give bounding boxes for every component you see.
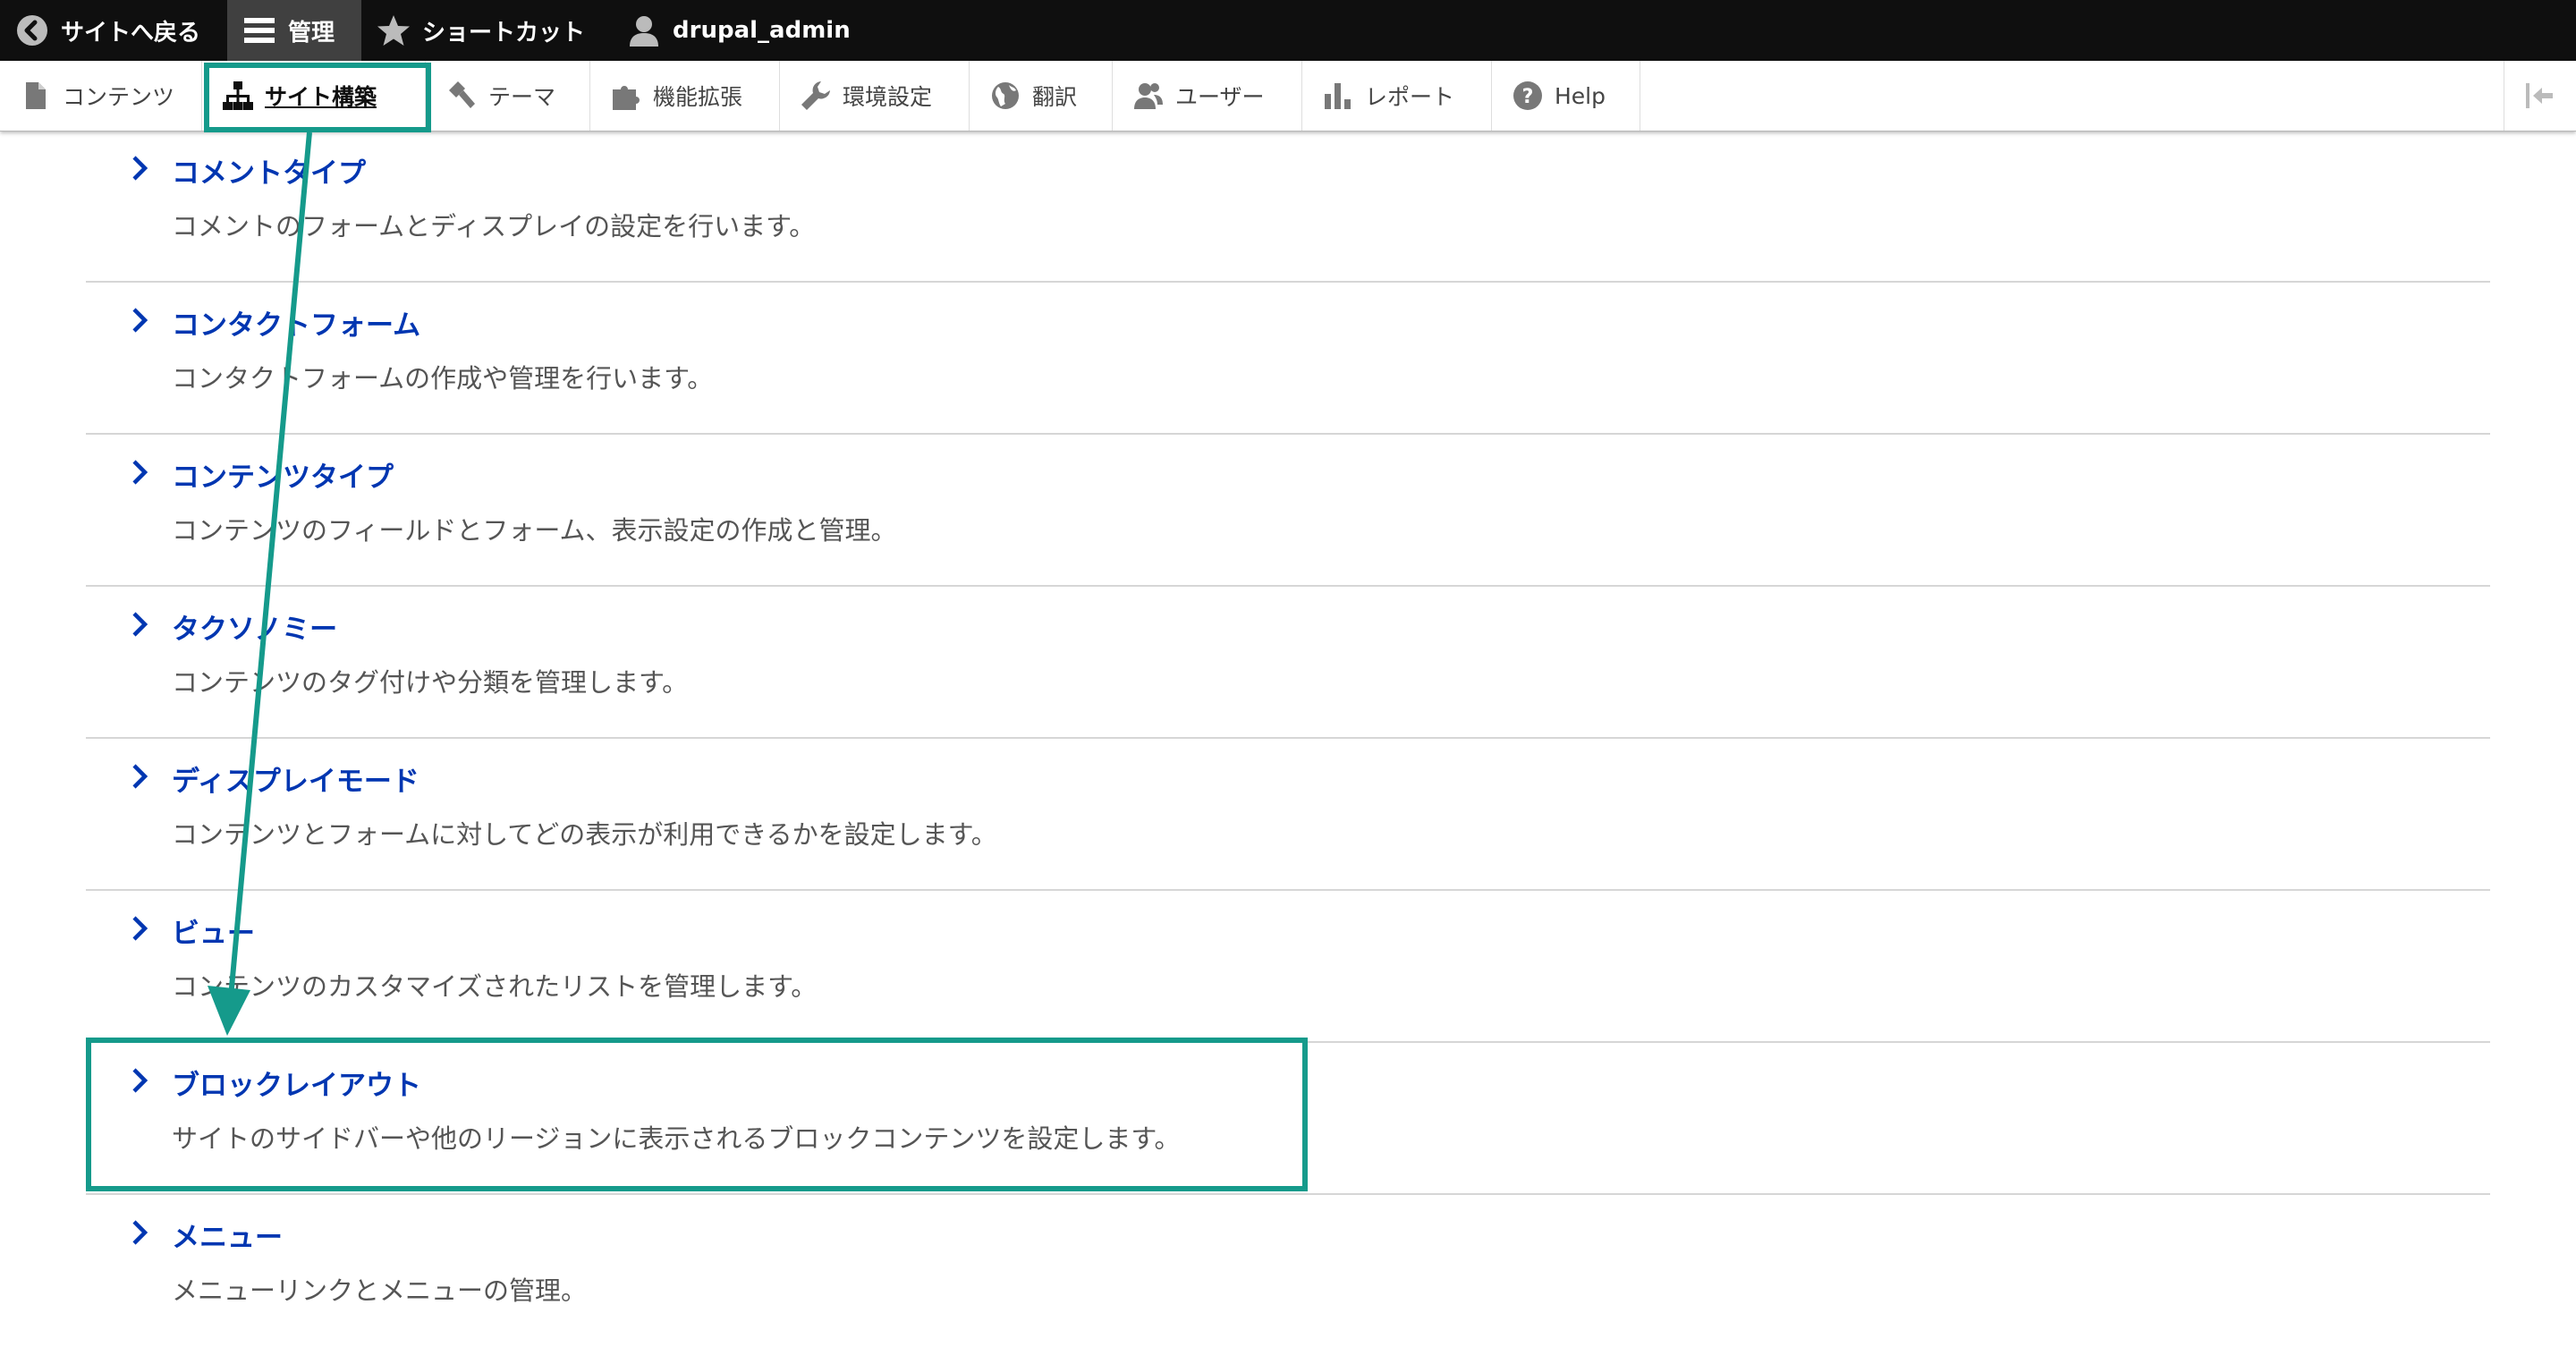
list-item-block-layout: ブロックレイアウト サイトのサイドバーや他のリージョンに表示されるブロックコンテ… <box>86 1043 2490 1195</box>
manage-tray: コンテンツ サイト構築 テーマ 機能拡張 環境設定 翻訳 ユーザー レポート ?… <box>0 61 2576 131</box>
chevron-left-circle-icon <box>17 15 47 46</box>
tab-configuration[interactable]: 環境設定 <box>780 61 970 131</box>
tab-label: サイト構築 <box>265 84 377 110</box>
svg-text:?: ? <box>1522 86 1534 108</box>
user-menu-button[interactable]: drupal_admin <box>612 0 877 61</box>
shortcuts-label: ショートカット <box>422 19 586 47</box>
item-title-link[interactable]: ディスプレイモード <box>172 758 419 799</box>
item-description: コンテンツのタグ付けや分類を管理します。 <box>172 667 689 698</box>
tab-reports[interactable]: レポート <box>1302 61 1492 131</box>
sitemap-icon <box>223 81 253 110</box>
item-description: コンテンツのフィールドとフォーム、表示設定の作成と管理。 <box>172 515 897 546</box>
tab-content[interactable]: コンテンツ <box>0 61 202 131</box>
list-item: コンテンツタイプ コンテンツのフィールドとフォーム、表示設定の作成と管理。 <box>86 435 2490 587</box>
bar-chart-icon <box>1325 83 1351 109</box>
user-name-label: drupal_admin <box>673 17 851 44</box>
tab-appearance[interactable]: テーマ <box>426 61 590 131</box>
item-title-link[interactable]: ブロックレイアウト <box>172 1063 421 1103</box>
manage-label: 管理 <box>288 19 335 47</box>
shortcuts-button[interactable]: ショートカット <box>361 0 612 61</box>
globe-icon <box>992 82 1019 109</box>
chevron-right-icon <box>132 612 148 637</box>
tab-label: Help <box>1555 82 1606 109</box>
chevron-right-icon <box>132 764 148 789</box>
tab-label: コンテンツ <box>63 84 175 110</box>
star-icon <box>377 15 411 46</box>
list-item: コメントタイプ コメントのフォームとディスプレイの設定を行います。 <box>86 131 2490 283</box>
tab-translation[interactable]: 翻訳 <box>970 61 1113 131</box>
tab-label: 環境設定 <box>843 84 933 110</box>
structure-admin-list: コメントタイプ コメントのフォームとディスプレイの設定を行います。 コンタクトフ… <box>86 131 2490 1347</box>
list-item: タクソノミー コンテンツのタグ付けや分類を管理します。 <box>86 587 2490 739</box>
item-description: コンテンツのカスタマイズされたリストを管理します。 <box>172 971 818 1002</box>
chevron-right-icon <box>132 1220 148 1245</box>
item-title-link[interactable]: メニュー <box>172 1215 283 1255</box>
tab-structure[interactable]: サイト構築 <box>202 61 426 131</box>
collapse-left-icon <box>2526 83 2553 108</box>
tab-label: 翻訳 <box>1032 84 1078 110</box>
item-title-link[interactable]: タクソノミー <box>172 606 337 647</box>
manage-menu-button[interactable]: 管理 <box>227 0 362 61</box>
item-title-link[interactable]: ビュー <box>172 911 255 951</box>
tab-help[interactable]: ? Help <box>1492 61 1640 131</box>
puzzle-icon <box>613 86 640 110</box>
item-description: コンテンツとフォームに対してどの表示が利用できるかを設定します。 <box>172 819 997 850</box>
tray-orientation-toggle[interactable] <box>2504 61 2576 131</box>
item-description: コンタクトフォームの作成や管理を行います。 <box>172 363 714 394</box>
tab-label: ユーザー <box>1175 84 1265 110</box>
tab-extend[interactable]: 機能拡張 <box>590 61 780 131</box>
list-item: メニュー メニューリンクとメニューの管理。 <box>86 1195 2490 1347</box>
question-icon: ? <box>1513 81 1542 110</box>
page-icon <box>26 82 46 109</box>
chevron-right-icon <box>132 916 148 941</box>
item-description: コメントのフォームとディスプレイの設定を行います。 <box>172 211 816 241</box>
chevron-right-icon <box>132 460 148 485</box>
list-item: ビュー コンテンツのカスタマイズされたリストを管理します。 <box>86 891 2490 1043</box>
back-to-site-label: サイトへ戻る <box>61 19 201 47</box>
item-title-link[interactable]: コンタクトフォーム <box>172 302 420 343</box>
admin-toolbar: サイトへ戻る 管理 ショートカット drupal_admin <box>0 0 2576 61</box>
list-item: コンタクトフォーム コンタクトフォームの作成や管理を行います。 <box>86 283 2490 435</box>
tab-label: レポート <box>1365 84 1455 110</box>
user-icon <box>630 16 659 47</box>
tab-label: 機能拡張 <box>653 84 743 110</box>
chevron-right-icon <box>132 1068 148 1093</box>
item-title-link[interactable]: コメントタイプ <box>172 150 366 191</box>
item-description: メニューリンクとメニューの管理。 <box>172 1275 588 1306</box>
people-icon <box>1134 83 1163 109</box>
item-description: サイトのサイドバーや他のリージョンに表示されるブロックコンテンツを設定します。 <box>172 1123 1181 1154</box>
chevron-right-icon <box>132 308 148 333</box>
wrench-icon <box>801 81 830 110</box>
hamburger-icon <box>244 18 275 43</box>
chevron-right-icon <box>132 156 148 181</box>
tab-label: テーマ <box>488 84 556 110</box>
tab-people[interactable]: ユーザー <box>1113 61 1302 131</box>
back-to-site-link[interactable]: サイトへ戻る <box>0 0 227 61</box>
brush-icon <box>449 81 475 108</box>
item-title-link[interactable]: コンテンツタイプ <box>172 454 394 495</box>
list-item: ディスプレイモード コンテンツとフォームに対してどの表示が利用できるかを設定しま… <box>86 739 2490 891</box>
